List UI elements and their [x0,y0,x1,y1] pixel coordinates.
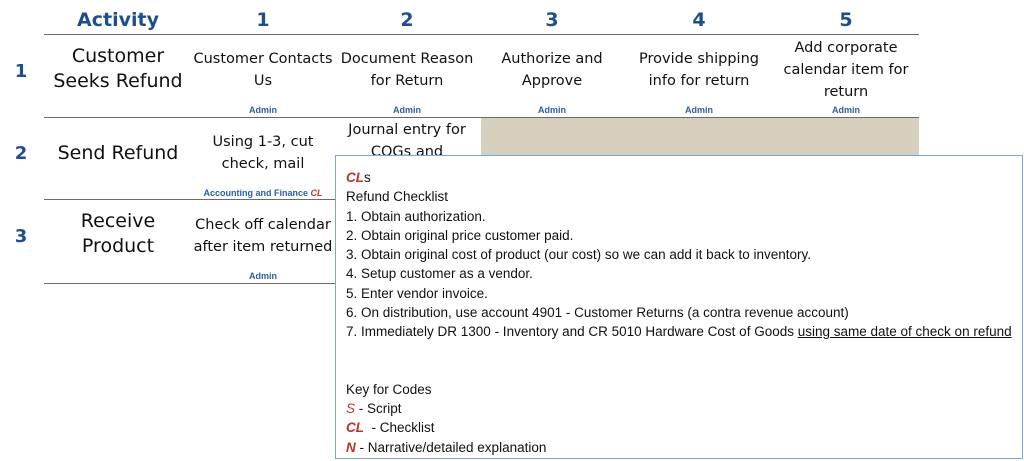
step-cell-3-1[interactable]: Check off calendar after item returned [192,214,334,258]
header-step-4: 4 [692,9,706,31]
step-text: Customer Contacts Us [193,51,333,89]
role-label: Admin [685,105,713,115]
header-activity: Activity [77,9,159,31]
step-cell-1-4[interactable]: Provide shipping info for return [628,48,770,92]
role-label: Admin [832,105,860,115]
header-step-3: 3 [545,9,559,31]
step-cell-1-2[interactable]: Document Reason for Return [336,48,478,92]
key-item-script: S - Script [346,400,402,416]
step-cell-2-1[interactable]: Using 1-3, cut check, mail [192,131,334,175]
step-cell-2-2[interactable]: Journal entry for COGs and [336,119,478,155]
step-text: Authorize and Approve [501,51,603,89]
step-cell-1-5[interactable]: Add corporate calendar item for return [775,37,917,103]
key-item-checklist: CL - Checklist [346,420,435,436]
row-divider [44,34,919,35]
step-text: Journal entry for COGs and [348,122,466,155]
step-text: Using 1-3, cut check, mail [212,134,314,172]
checklist-item: 5. Enter vendor invoice. [346,285,488,301]
key-item-narrative: N - Narrative/detailed explanation [346,439,547,455]
row-number-2: 2 [14,143,28,164]
step-text: Document Reason for Return [340,51,474,89]
popup-heading: Refund Checklist [346,189,449,205]
row-number-1: 1 [14,61,28,82]
step-text: Provide shipping info for return [639,51,759,89]
shaded-empty-area [481,118,919,155]
checklist-item: 3. Obtain original cost of product (our … [346,247,811,263]
activity-receive-product: Receive Product [80,210,156,257]
checklist-item: 7. Immediately DR 1300 - Inventory and C… [346,324,1012,340]
role-label: Accounting and Finance CL [192,188,334,198]
role-label: Admin [393,105,421,115]
popup-title: CLs [346,170,371,185]
step-cell-1-1[interactable]: Customer Contacts Us [192,48,334,92]
checklist-popup: CLs Refund Checklist 1. Obtain authoriza… [335,155,1023,459]
step-cell-1-3[interactable]: Authorize and Approve [481,48,623,92]
role-label: Admin [249,271,277,281]
role-label: Admin [249,105,277,115]
step-text: Check off calendar after item returned [193,217,333,255]
checklist-item: 2. Obtain original price customer paid. [346,227,574,243]
header-step-2: 2 [400,9,414,31]
header-step-5: 5 [839,9,853,31]
role-text: Accounting and Finance [203,188,308,198]
key-heading: Key for Codes [346,381,432,397]
checklist-item: 6. On distribution, use account 4901 - C… [346,305,849,321]
step-text: Add corporate calendar item for return [783,40,909,100]
checklist-code-link[interactable]: CL [311,188,323,198]
checklist-item: 1. Obtain authorization. [346,208,486,224]
checklist-item: 4. Setup customer as a vendor. [346,266,533,282]
row-number-3: 3 [14,226,28,247]
role-label: Admin [538,105,566,115]
activity-customer-seeks-refund: Customer Seeks Refund [53,45,183,92]
header-step-1: 1 [256,9,270,31]
activity-send-refund: Send Refund [57,142,179,164]
